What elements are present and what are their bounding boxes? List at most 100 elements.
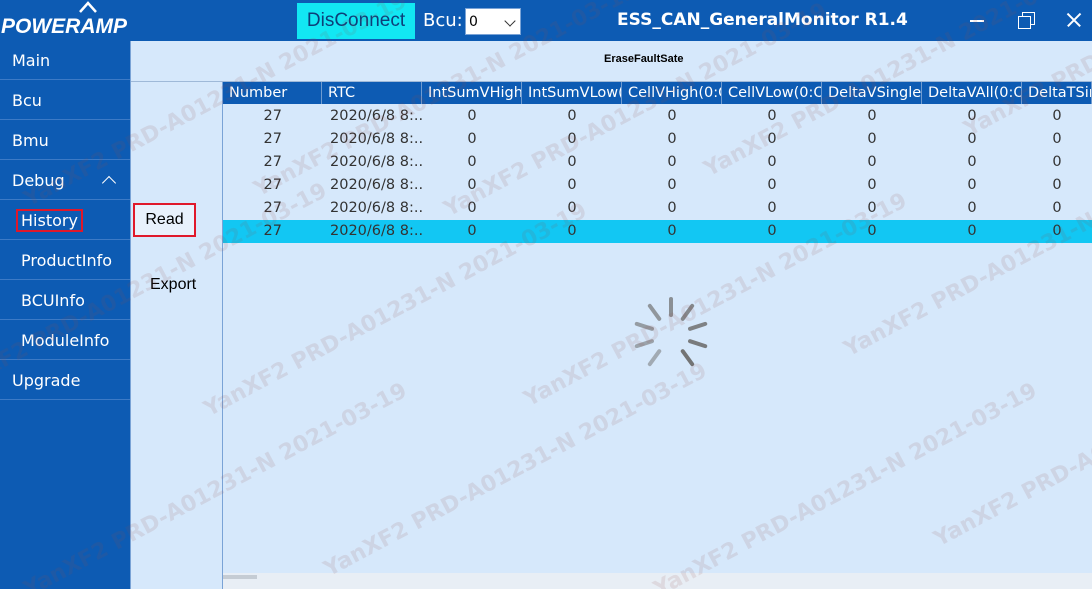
column-header[interactable]: DeltaVSingle( (822, 82, 922, 104)
column-header[interactable]: CellVHigh(0:C (622, 82, 722, 104)
table-cell: 0 (867, 177, 877, 193)
table-cell: 0 (1052, 223, 1062, 239)
erase-fault-state-button[interactable]: EraseFaultSate (598, 52, 689, 66)
sidebar-item-label: History (16, 208, 83, 232)
table-cell: 0 (767, 108, 777, 124)
read-button[interactable]: Read (133, 203, 196, 237)
table-cell: 27 (263, 177, 282, 193)
table-cell: 0 (467, 131, 477, 147)
table-cell: 0 (967, 200, 977, 216)
table-cell: 0 (1052, 200, 1062, 216)
table-row[interactable]: 27 2020/6/8 8:... 0 0 0 0 0 0 0 (223, 151, 1092, 174)
app-title: ESS_CAN_GeneralMonitor R1.4 (617, 10, 908, 30)
bcu-label: Bcu: (423, 10, 463, 31)
column-header[interactable]: CellVLow(0:Ol (722, 82, 822, 104)
column-header[interactable]: DeltaVAll(0:O (922, 82, 1022, 104)
poweramp-logo: POWERAMP (1, 1, 128, 38)
table-cell: 0 (967, 108, 977, 124)
table-cell: 0 (1052, 131, 1062, 147)
sidebar-item-main[interactable]: Main (0, 41, 130, 80)
table-cell: 0 (867, 154, 877, 170)
sidebar-item-productinfo[interactable]: ProductInfo (0, 241, 130, 280)
scrollbar-thumb[interactable] (223, 575, 257, 579)
table-cell: 0 (467, 200, 477, 216)
table-cell: 0 (867, 223, 877, 239)
sidebar-item-label: ProductInfo (21, 250, 113, 270)
table-row[interactable]: 27 2020/6/8 8:... 0 0 0 0 0 0 0 (223, 174, 1092, 197)
sidebar-item-history[interactable]: History (0, 201, 130, 240)
sidebar-item-bcuinfo[interactable]: BCUInfo (0, 281, 130, 320)
table-cell: 0 (667, 108, 677, 124)
bcu-select[interactable]: 0 (465, 8, 521, 35)
chevron-up-icon (101, 175, 117, 191)
table-cell: 0 (1052, 154, 1062, 170)
table-cell: 0 (967, 177, 977, 193)
table-row[interactable]: 27 2020/6/8 8:... 0 0 0 0 0 0 0 (223, 220, 1092, 243)
horizontal-scrollbar[interactable] (223, 573, 1092, 589)
table-cell: 0 (867, 131, 877, 147)
minimize-button[interactable] (966, 9, 988, 31)
sidebar-item-label: Main (12, 50, 51, 70)
table-row[interactable]: 27 2020/6/8 8:... 0 0 0 0 0 0 0 (223, 105, 1092, 128)
table-cell: 0 (767, 200, 777, 216)
column-header[interactable]: IntSumVHigh (422, 82, 522, 104)
table-cell: 0 (567, 223, 577, 239)
table-cell: 0 (467, 108, 477, 124)
table-cell: 0 (867, 200, 877, 216)
table-cell: 0 (667, 200, 677, 216)
sidebar-item-label: Upgrade (12, 370, 81, 390)
sidebar-item-label: Bcu (12, 90, 42, 110)
sidebar-item-upgrade[interactable]: Upgrade (0, 361, 130, 400)
table-cell: 0 (567, 200, 577, 216)
table-cell: 0 (767, 154, 777, 170)
table-cell: 27 (263, 108, 282, 124)
table-cell: 0 (667, 177, 677, 193)
export-button[interactable]: Export (144, 275, 202, 295)
table-cell: 0 (567, 131, 577, 147)
logo-text: POWERAMP (1, 15, 128, 38)
table-cell: 0 (767, 177, 777, 193)
column-header[interactable]: IntSumVLow( (522, 82, 622, 104)
table-cell: 0 (767, 131, 777, 147)
chevron-down-icon (504, 15, 516, 27)
bcu-select-value: 0 (469, 13, 478, 30)
table-cell: 0 (967, 154, 977, 170)
table-cell: 0 (867, 108, 877, 124)
toolbar: EraseFaultSate (131, 41, 1092, 82)
table-cell: 0 (567, 177, 577, 193)
table-row[interactable]: 27 2020/6/8 8:... 0 0 0 0 0 0 0 (223, 197, 1092, 220)
table-cell: 0 (567, 154, 577, 170)
table-cell: 0 (767, 223, 777, 239)
close-button[interactable] (1063, 9, 1085, 31)
table-cell: 0 (467, 223, 477, 239)
sidebar-item-label: Bmu (12, 130, 49, 150)
table-cell: 0 (1052, 177, 1062, 193)
restore-button[interactable] (1015, 9, 1037, 31)
sidebar-item-label: ModuleInfo (21, 330, 110, 350)
history-table: Number RTC IntSumVHigh IntSumVLow( CellV… (223, 82, 1092, 572)
column-header[interactable]: DeltaTSin (1022, 82, 1092, 104)
sidebar-item-moduleinfo[interactable]: ModuleInfo (0, 321, 130, 360)
table-cell: 0 (967, 223, 977, 239)
sidebar-item-bmu[interactable]: Bmu (0, 121, 130, 160)
sidebar-item-bcu[interactable]: Bcu (0, 81, 130, 120)
table-cell: 27 (263, 154, 282, 170)
table-cell: 0 (967, 131, 977, 147)
title-bar: POWERAMP DisConnect Bcu: 0 ESS_CAN_Gener… (0, 0, 1092, 41)
table-cell: 0 (667, 131, 677, 147)
table-cell: 0 (667, 223, 677, 239)
column-header[interactable]: RTC (322, 82, 422, 104)
table-header: Number RTC IntSumVHigh IntSumVLow( CellV… (223, 82, 1092, 104)
table-cell: 2020/6/8 8:... (330, 108, 422, 124)
table-row[interactable]: 27 2020/6/8 8:... 0 0 0 0 0 0 0 (223, 128, 1092, 151)
sidebar-item-label: BCUInfo (21, 290, 85, 310)
table-cell: 2020/6/8 8:... (330, 131, 422, 147)
table-cell: 2020/6/8 8:... (330, 200, 422, 216)
disconnect-button[interactable]: DisConnect (297, 3, 415, 39)
table-cell: 0 (467, 154, 477, 170)
sidebar-item-label: Debug (12, 170, 65, 190)
sidebar-item-debug[interactable]: Debug (0, 161, 130, 200)
table-cell: 2020/6/8 8:... (330, 154, 422, 170)
column-header[interactable]: Number (223, 82, 322, 104)
table-cell: 2020/6/8 8:... (330, 177, 422, 193)
